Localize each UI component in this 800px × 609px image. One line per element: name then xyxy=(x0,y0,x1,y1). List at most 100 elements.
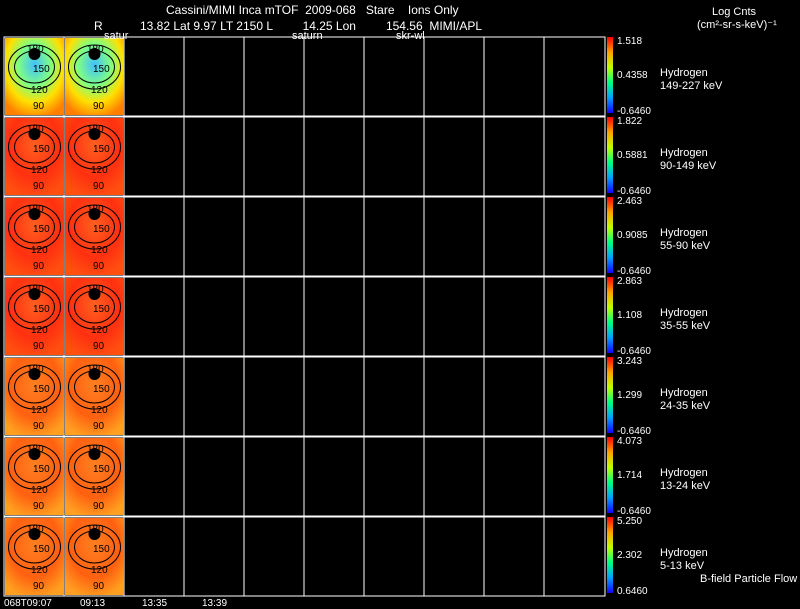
colorbar-max-label: 2.463 xyxy=(617,196,643,207)
energy-range-label: 90-149 keV xyxy=(660,160,717,172)
contour-label: 90 xyxy=(93,181,105,192)
contour-label: 90 xyxy=(93,341,105,352)
energy-range-label: 13-24 keV xyxy=(660,480,711,492)
energy-range-label: 55-90 keV xyxy=(660,240,711,252)
contour-label: 90 xyxy=(33,501,45,512)
sub-label-saturn: saturn xyxy=(292,30,323,42)
contour-label: 120 xyxy=(31,565,48,576)
contour-label: 120 xyxy=(31,405,48,416)
contour-label: 120 xyxy=(31,165,48,176)
contour-label: 90 xyxy=(33,181,45,192)
contour-label: 150 xyxy=(33,464,50,475)
colorbar-min-label: 0.6460 xyxy=(617,586,648,597)
contour-label: 180 xyxy=(87,524,104,535)
species-label: Hydrogen xyxy=(660,467,708,479)
contour-label: 180 xyxy=(87,124,104,135)
contour-label: 180 xyxy=(27,524,44,535)
contour-label: 180 xyxy=(87,44,104,55)
species-label: Hydrogen xyxy=(660,147,708,159)
colorbar-mid-label: 2.302 xyxy=(617,550,643,561)
colorbar-mid-label: 1.299 xyxy=(617,390,643,401)
contour-label: 180 xyxy=(27,364,44,375)
colorbar-mid-label: 0.5881 xyxy=(617,150,648,161)
contour-label: 90 xyxy=(33,341,45,352)
contour-label: 150 xyxy=(33,384,50,395)
contour-label: 150 xyxy=(93,544,110,555)
contour-label: 120 xyxy=(31,85,48,96)
contour-label: 120 xyxy=(91,565,108,576)
contour-label: 150 xyxy=(93,144,110,155)
contour-label: 150 xyxy=(93,64,110,75)
contour-label: 90 xyxy=(33,421,45,432)
contour-label: 150 xyxy=(33,544,50,555)
contour-label: 90 xyxy=(93,501,105,512)
contour-label: 150 xyxy=(33,144,50,155)
colorbar-mid-label: 0.9085 xyxy=(617,230,648,241)
contour-label: 120 xyxy=(91,245,108,256)
header-r-label: R xyxy=(94,19,103,33)
contour-label: 180 xyxy=(27,44,44,55)
colorbar-max-label: 4.073 xyxy=(617,436,643,447)
colorbar-max-label: 3.243 xyxy=(617,356,643,367)
contour-label: 180 xyxy=(27,204,44,215)
species-label: Hydrogen xyxy=(660,67,708,79)
energy-range-label: 149-227 keV xyxy=(660,80,723,92)
colorbar xyxy=(607,117,613,193)
contour-label: 90 xyxy=(93,261,105,272)
contour-label: 150 xyxy=(33,64,50,75)
footer-legend: B-field Particle Flow xyxy=(700,573,798,585)
colorbar xyxy=(607,517,613,593)
contour-label: 120 xyxy=(31,245,48,256)
colorbar-mid-label: 1.108 xyxy=(617,310,643,321)
units-label: (cm²-sr-s-keV)⁻¹ xyxy=(697,19,777,31)
time-label-3: 13:39 xyxy=(202,598,228,609)
colorbar xyxy=(607,37,613,113)
contour-label: 150 xyxy=(93,384,110,395)
contour-label: 180 xyxy=(87,364,104,375)
time-label-1: 09:13 xyxy=(80,598,106,609)
colorbar-mid-label: 1.714 xyxy=(617,470,643,481)
contour-label: 90 xyxy=(33,581,45,592)
species-label: Hydrogen xyxy=(660,307,708,319)
contour-label: 150 xyxy=(93,224,110,235)
contour-label: 180 xyxy=(87,284,104,295)
header-title: Cassini/MIMI Inca mTOF 2009-068 Stare Io… xyxy=(166,3,459,17)
contour-label: 180 xyxy=(27,444,44,455)
contour-label: 150 xyxy=(33,304,50,315)
contour-label: 180 xyxy=(27,124,44,135)
contour-label: 150 xyxy=(93,304,110,315)
colorbar xyxy=(607,197,613,273)
colorbar-max-label: 5.250 xyxy=(617,516,643,527)
colorbar xyxy=(607,437,613,513)
contour-label: 150 xyxy=(33,224,50,235)
contour-label: 180 xyxy=(87,204,104,215)
contour-label: 120 xyxy=(91,165,108,176)
contour-label: 90 xyxy=(33,261,45,272)
time-label-2: 13:35 xyxy=(142,598,168,609)
contour-label: 120 xyxy=(91,325,108,336)
contour-label: 150 xyxy=(93,464,110,475)
contour-label: 120 xyxy=(91,485,108,496)
contour-label: 90 xyxy=(33,101,45,112)
species-label: Hydrogen xyxy=(660,387,708,399)
species-label: Hydrogen xyxy=(660,227,708,239)
energy-range-label: 5-13 keV xyxy=(660,560,705,572)
contour-label: 120 xyxy=(91,85,108,96)
sub-label-skr: skr-wl xyxy=(396,30,425,42)
contour-label: 180 xyxy=(87,444,104,455)
contour-label: 180 xyxy=(27,284,44,295)
species-label: Hydrogen xyxy=(660,547,708,559)
energy-range-label: 35-55 keV xyxy=(660,320,711,332)
sub-label-satur: satur xyxy=(104,30,129,42)
time-label-0: 068T09:07 xyxy=(4,598,52,609)
units-title: Log Cnts xyxy=(712,6,757,18)
contour-label: 90 xyxy=(93,421,105,432)
energy-range-label: 24-35 keV xyxy=(660,400,711,412)
contour-label: 120 xyxy=(31,325,48,336)
colorbar-mid-label: 0.4358 xyxy=(617,70,648,81)
contour-label: 90 xyxy=(93,581,105,592)
contour-label: 120 xyxy=(31,485,48,496)
colorbar xyxy=(607,357,613,433)
colorbar-max-label: 1.822 xyxy=(617,116,643,127)
colorbar-max-label: 2.863 xyxy=(617,276,643,287)
